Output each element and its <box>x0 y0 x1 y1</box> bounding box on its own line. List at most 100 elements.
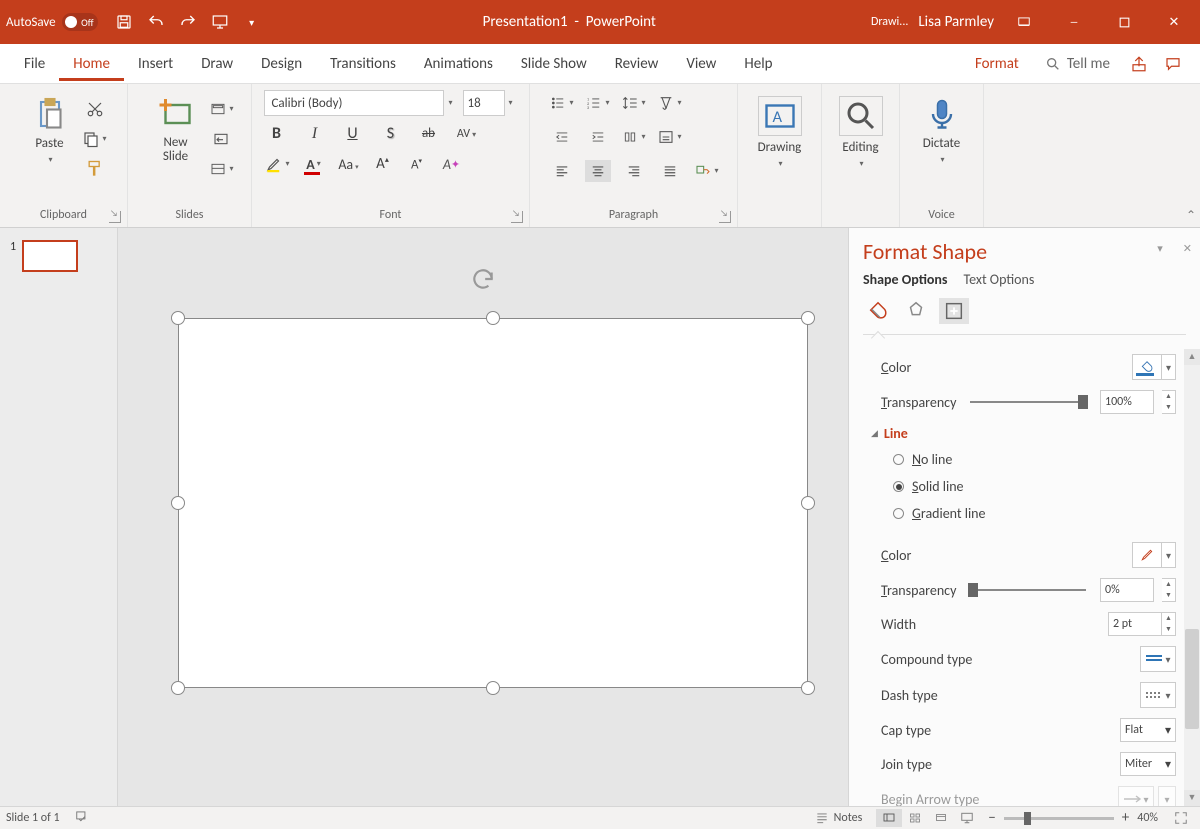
format-pane-scrollbar[interactable]: ▲ ▼ <box>1184 349 1200 806</box>
copy-icon[interactable]: ▾ <box>82 128 108 150</box>
radio-no-line[interactable]: No line <box>857 446 1182 473</box>
format-pane-menu[interactable]: ▾ <box>1157 242 1163 255</box>
slide-canvas[interactable] <box>118 228 848 806</box>
spellcheck-icon[interactable] <box>74 809 90 827</box>
font-size-combobox[interactable]: 18 <box>463 90 505 116</box>
clipboard-launcher[interactable] <box>109 211 121 223</box>
line-color-button[interactable] <box>1132 542 1162 568</box>
shadow-button[interactable]: S <box>378 124 402 143</box>
radio-gradient-line[interactable]: Gradient line <box>857 500 1182 527</box>
qat-customize-icon[interactable]: ▾ <box>236 8 268 36</box>
maximize-icon[interactable] <box>1104 7 1144 37</box>
increase-font-button[interactable]: A▴ <box>370 155 394 173</box>
slide-position[interactable]: Slide 1 of 1 <box>6 811 60 825</box>
fill-transparency-value[interactable]: 100% <box>1100 390 1154 414</box>
tab-shape-options[interactable]: Shape Options <box>863 271 948 288</box>
size-properties-icon[interactable] <box>939 298 969 324</box>
compound-type-dropdown[interactable]: ▾ <box>1140 646 1176 672</box>
slide-thumbnails-panel[interactable]: 1 <box>0 228 118 806</box>
undo-icon[interactable] <box>140 8 172 36</box>
resize-handle-mr[interactable] <box>801 496 815 510</box>
zoom-in-button[interactable]: + <box>1122 809 1129 827</box>
fill-color-dropdown[interactable]: ▾ <box>1162 354 1176 380</box>
toggle-track[interactable]: Off <box>62 13 98 31</box>
scroll-thumb[interactable] <box>1185 629 1199 729</box>
slideshow-start-icon[interactable] <box>204 8 236 36</box>
columns-button[interactable]: ▾ <box>621 126 647 148</box>
fit-to-window-icon[interactable] <box>1168 809 1194 827</box>
smartart-convert-button[interactable]: ▾ <box>693 160 719 182</box>
decrease-indent-button[interactable] <box>549 126 575 148</box>
line-transparency-value[interactable]: 0% <box>1100 578 1154 602</box>
tell-me-search[interactable]: Tell me <box>1033 55 1122 73</box>
share-icon[interactable] <box>1122 49 1156 79</box>
line-width-spinner[interactable]: ▲▼ <box>1162 612 1176 636</box>
slide-sorter-view-icon[interactable] <box>902 809 928 827</box>
dash-type-dropdown[interactable]: ▾ <box>1140 682 1176 708</box>
begin-arrow-dropdown[interactable]: ▾ <box>1118 786 1154 806</box>
dictate-button[interactable]: Dictate ▾ <box>912 92 972 165</box>
align-text-button[interactable]: ▾ <box>657 126 683 148</box>
section-icon[interactable]: ▾ <box>208 158 234 180</box>
line-color-dropdown[interactable]: ▾ <box>1162 542 1176 568</box>
font-name-caret[interactable]: ▾ <box>444 98 456 108</box>
line-spacing-button[interactable]: ▾ <box>621 92 647 114</box>
numbering-button[interactable]: 123▾ <box>585 92 611 114</box>
resize-handle-bl[interactable] <box>171 681 185 695</box>
tab-review[interactable]: Review <box>601 46 673 81</box>
zoom-slider[interactable] <box>1004 817 1114 820</box>
clear-formatting-button[interactable]: A✦ <box>438 153 464 175</box>
line-width-value[interactable]: 2 pt <box>1108 612 1162 636</box>
layout-icon[interactable]: ▾ <box>208 98 234 120</box>
underline-button[interactable]: U <box>340 124 364 143</box>
autosave-toggle[interactable]: AutoSave Off <box>6 13 98 31</box>
begin-arrow-size-dropdown[interactable]: ▾ <box>1158 786 1176 806</box>
new-slide-button[interactable]: New Slide <box>146 92 206 165</box>
char-spacing-button[interactable]: AV▾ <box>454 127 478 141</box>
comments-icon[interactable] <box>1156 49 1190 79</box>
paste-button[interactable]: Paste ▾ <box>20 92 80 165</box>
line-transparency-slider[interactable] <box>970 589 1086 591</box>
tab-text-options[interactable]: Text Options <box>964 271 1035 288</box>
change-case-button[interactable]: Aa▾ <box>336 156 360 173</box>
resize-handle-ml[interactable] <box>171 496 185 510</box>
cut-icon[interactable] <box>82 98 108 120</box>
resize-handle-tl[interactable] <box>171 311 185 325</box>
tab-draw[interactable]: Draw <box>187 46 247 81</box>
tab-help[interactable]: Help <box>730 46 786 81</box>
resize-handle-tr[interactable] <box>801 311 815 325</box>
resize-handle-tm[interactable] <box>486 311 500 325</box>
format-painter-icon[interactable] <box>82 158 108 180</box>
zoom-out-button[interactable]: − <box>988 809 995 827</box>
line-transparency-spinner[interactable]: ▲▼ <box>1162 578 1176 602</box>
tab-home[interactable]: Home <box>59 46 124 81</box>
tab-animations[interactable]: Animations <box>410 46 507 81</box>
strikethrough-button[interactable]: ab <box>416 126 440 141</box>
save-icon[interactable] <box>108 8 140 36</box>
fill-line-icon[interactable] <box>863 298 893 324</box>
paragraph-launcher[interactable] <box>719 211 731 223</box>
line-section-header[interactable]: ◢ Line <box>857 419 1182 446</box>
tab-view[interactable]: View <box>672 46 730 81</box>
editing-button[interactable]: Editing ▾ <box>831 92 891 169</box>
drawing-button[interactable]: A Drawing ▾ <box>750 92 810 169</box>
tab-format[interactable]: Format <box>961 46 1033 81</box>
font-name-combobox[interactable]: Calibri (Body) <box>264 90 444 116</box>
close-icon[interactable]: ✕ <box>1154 7 1194 37</box>
font-launcher[interactable] <box>511 211 523 223</box>
increase-indent-button[interactable] <box>585 126 611 148</box>
effects-icon[interactable] <box>901 298 931 324</box>
rotate-handle-icon[interactable] <box>470 266 496 292</box>
tab-design[interactable]: Design <box>247 46 316 81</box>
scroll-up-icon[interactable]: ▲ <box>1184 349 1200 365</box>
bold-button[interactable]: B <box>264 124 288 143</box>
reset-icon[interactable] <box>208 128 234 150</box>
reading-view-icon[interactable] <box>928 809 954 827</box>
align-left-button[interactable] <box>549 160 575 182</box>
decrease-font-button[interactable]: A▾ <box>404 156 428 172</box>
tab-file[interactable]: File <box>10 46 59 81</box>
align-right-button[interactable] <box>621 160 647 182</box>
zoom-level[interactable]: 40% <box>1137 811 1158 825</box>
scroll-down-icon[interactable]: ▼ <box>1184 790 1200 806</box>
normal-view-icon[interactable] <box>876 809 902 827</box>
